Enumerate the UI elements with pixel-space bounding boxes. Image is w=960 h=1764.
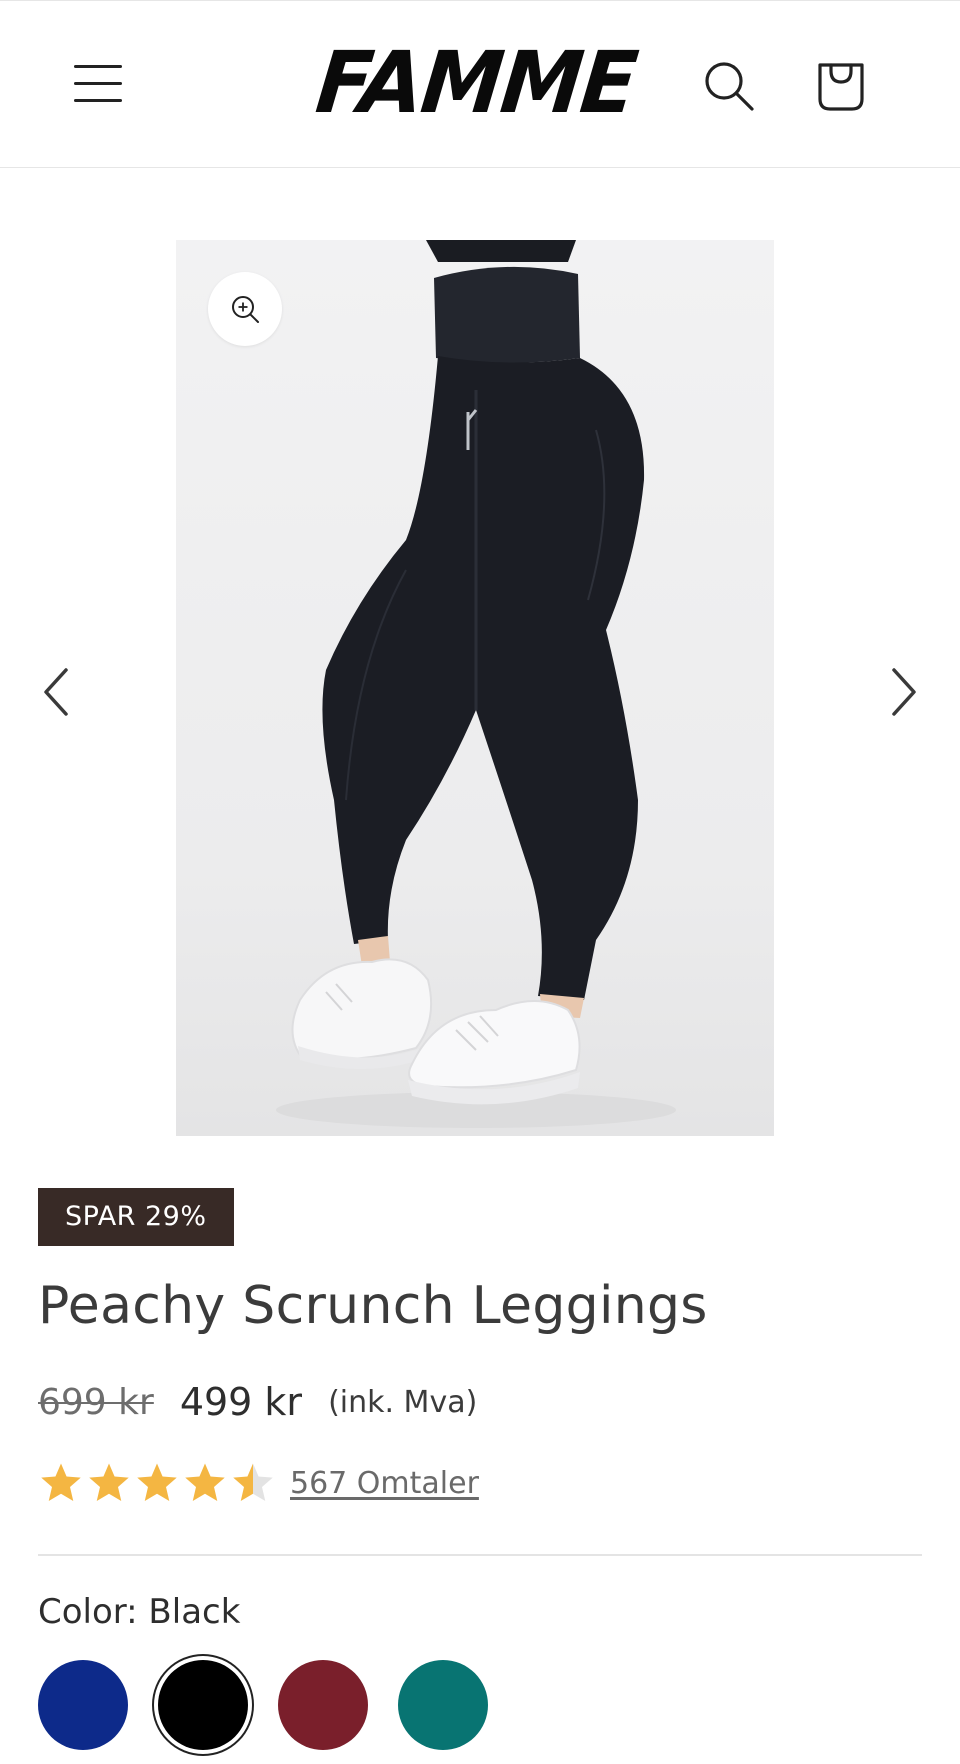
color-swatch-blue[interactable] [38,1660,128,1750]
color-label: Color: Black [38,1592,241,1632]
color-swatch-black[interactable] [158,1660,248,1750]
zoom-in-icon[interactable] [208,272,282,346]
price-tax-note: (ink. Mva) [328,1384,478,1420]
rating-row: 567 Omtaler [38,1458,479,1508]
reviews-link[interactable]: 567 Omtaler [290,1466,479,1501]
price-row: 699 kr 499 kr (ink. Mva) [38,1376,477,1428]
color-swatch-teal[interactable] [398,1660,488,1750]
price-original: 699 kr [38,1381,154,1423]
color-swatches [38,1658,518,1752]
star-icon [89,1463,129,1502]
star-icon [233,1463,273,1502]
star-icon [41,1463,81,1502]
product-title: Peachy Scrunch Leggings [38,1276,708,1336]
sale-badge: SPAR 29% [38,1188,234,1246]
rating-stars [38,1460,278,1506]
star-icon [137,1463,177,1502]
product-image[interactable] [176,240,774,1136]
hamburger-menu-icon[interactable] [64,53,132,113]
chevron-left-icon[interactable] [28,648,84,736]
product-gallery [0,168,960,1148]
star-icon [185,1463,225,1502]
divider [38,1554,922,1556]
price-sale: 499 kr [179,1380,303,1424]
shopping-bag-icon[interactable] [810,53,872,115]
color-swatch-burgundy[interactable] [278,1660,368,1750]
chevron-right-icon[interactable] [876,648,932,736]
brand-logo[interactable]: FAMME [311,33,641,133]
search-icon[interactable] [700,57,758,115]
site-header: FAMME [0,0,960,168]
